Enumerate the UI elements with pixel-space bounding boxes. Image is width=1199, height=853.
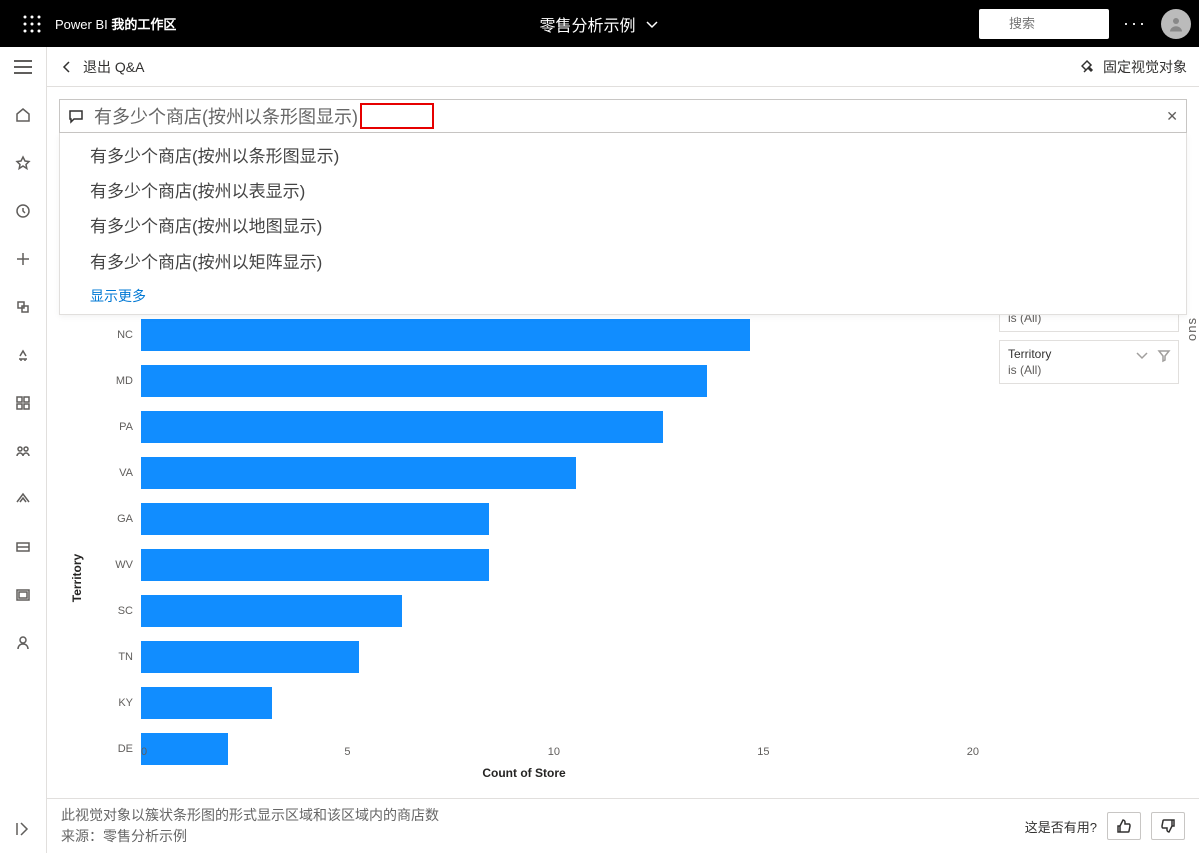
chat-icon: [68, 108, 84, 124]
nav-recent-icon[interactable]: [7, 199, 39, 223]
search-icon: [987, 16, 1003, 32]
chevron-down-icon[interactable]: [1134, 347, 1150, 363]
left-nav: [0, 47, 47, 853]
exit-qa-label: 退出 Q&A: [83, 57, 144, 77]
footer-description: 此视觉对象以簇状条形图的形式显示区域和该区域内的商店数 来源：零售分析示例: [61, 805, 439, 847]
bar-row: SC: [109, 590, 979, 632]
x-tick: 0: [141, 746, 147, 758]
x-axis-ticks: 0 5 10 15 20: [141, 746, 979, 758]
bar[interactable]: [141, 641, 359, 673]
bar-category-label: VA: [109, 467, 133, 479]
bar[interactable]: [141, 549, 489, 581]
bar-category-label: DE: [109, 743, 133, 755]
nav-more2-icon[interactable]: [7, 631, 39, 655]
suggestion-item[interactable]: 有多少个商店(按州以条形图显示): [60, 139, 1186, 174]
x-tick: 15: [757, 746, 769, 758]
suggestion-item[interactable]: 有多少个商店(按州以地图显示): [60, 209, 1186, 244]
bar-row: GA: [109, 498, 979, 540]
nav-datasets-icon[interactable]: [7, 295, 39, 319]
pin-icon: [1081, 59, 1097, 75]
bar-row: VA: [109, 452, 979, 494]
bar-category-label: WV: [109, 559, 133, 571]
feedback-label: 这是否有用?: [1025, 817, 1097, 836]
app-launcher-icon[interactable]: [8, 15, 55, 33]
bar[interactable]: [141, 595, 402, 627]
bar[interactable]: [141, 365, 707, 397]
bar-row: KY: [109, 682, 979, 724]
nav-menu-toggle[interactable]: [7, 55, 39, 79]
bar[interactable]: [141, 319, 750, 351]
bar-category-label: NC: [109, 329, 133, 341]
bar[interactable]: [141, 687, 272, 719]
qa-input[interactable]: 有多少个商店(按州以条形图显示) ✕: [59, 99, 1187, 133]
thumbs-up-button[interactable]: [1107, 812, 1141, 840]
x-tick: 20: [967, 746, 979, 758]
nav-workspaces-icon[interactable]: [7, 535, 39, 559]
user-avatar[interactable]: [1161, 9, 1191, 39]
bar-row: WV: [109, 544, 979, 586]
chevron-down-icon: [644, 16, 660, 32]
bar[interactable]: [141, 457, 576, 489]
brand-label: Power BI 我的工作区: [55, 14, 176, 33]
nav-favorites-icon[interactable]: [7, 151, 39, 175]
chevron-left-icon: [59, 59, 75, 75]
qa-query-text: 有多少个商店(按州以条形图显示): [94, 103, 358, 129]
nav-create-icon[interactable]: [7, 247, 39, 271]
pin-visual-button[interactable]: 固定视觉对象: [1081, 57, 1187, 77]
collapsed-pane-tab[interactable]: ons: [1184, 317, 1199, 341]
top-app-bar: Power BI 我的工作区 零售分析示例 ···: [0, 0, 1199, 47]
bar-category-label: PA: [109, 421, 133, 433]
global-search[interactable]: [979, 9, 1109, 39]
x-tick: 10: [548, 746, 560, 758]
command-bar: 退出 Q&A 固定视觉对象: [47, 47, 1199, 87]
x-tick: 5: [344, 746, 350, 758]
bar[interactable]: [141, 411, 663, 443]
clear-filter-icon[interactable]: [1156, 347, 1172, 363]
nav-learn-icon[interactable]: [7, 487, 39, 511]
qa-suggestions-dropdown: 有多少个商店(按州以条形图显示) 有多少个商店(按州以表显示) 有多少个商店(按…: [59, 133, 1187, 315]
bar-category-label: KY: [109, 697, 133, 709]
bar-row: PA: [109, 406, 979, 448]
qa-zone: 有多少个商店(按州以条形图显示) ✕ 有多少个商店(按州以条形图显示) 有多少个…: [47, 87, 1199, 133]
highlight-box: [360, 103, 434, 129]
x-axis-title: Count of Store: [482, 766, 565, 780]
filter-value: is (All): [1008, 363, 1170, 377]
nav-expand-icon[interactable]: [7, 817, 39, 841]
filter-card[interactable]: Territory is (All): [999, 340, 1179, 384]
nav-apps-icon[interactable]: [7, 391, 39, 415]
clear-query-button[interactable]: ✕: [1166, 108, 1178, 125]
suggestion-item[interactable]: 有多少个商店(按州以矩阵显示): [60, 245, 1186, 280]
bar-category-label: MD: [109, 375, 133, 387]
thumbs-down-button[interactable]: [1151, 812, 1185, 840]
search-input[interactable]: [1009, 16, 1089, 31]
bar-row: TN: [109, 636, 979, 678]
report-title: 零售分析示例: [539, 12, 635, 36]
thumbs-up-icon: [1116, 818, 1132, 834]
nav-more1-icon[interactable]: [7, 583, 39, 607]
footer-bar: 此视觉对象以簇状条形图的形式显示区域和该区域内的商店数 来源：零售分析示例 这是…: [47, 798, 1199, 853]
thumbs-down-icon: [1160, 818, 1176, 834]
bar-category-label: SC: [109, 605, 133, 617]
bar-category-label: GA: [109, 513, 133, 525]
bar-row: NC: [109, 314, 979, 356]
bar-category-label: TN: [109, 651, 133, 663]
pin-visual-label: 固定视觉对象: [1103, 57, 1187, 77]
bar-row: MD: [109, 360, 979, 402]
nav-goals-icon[interactable]: [7, 343, 39, 367]
nav-shared-icon[interactable]: [7, 439, 39, 463]
y-axis-title: Territory: [70, 554, 84, 602]
suggestion-item[interactable]: 有多少个商店(按州以表显示): [60, 174, 1186, 209]
exit-qa-button[interactable]: 退出 Q&A: [59, 57, 144, 77]
show-more-link[interactable]: 显示更多: [60, 280, 1186, 308]
report-title-dropdown[interactable]: 零售分析示例: [539, 12, 659, 36]
nav-home-icon[interactable]: [7, 103, 39, 127]
bar[interactable]: [141, 503, 489, 535]
more-options-icon[interactable]: ···: [1123, 13, 1147, 34]
